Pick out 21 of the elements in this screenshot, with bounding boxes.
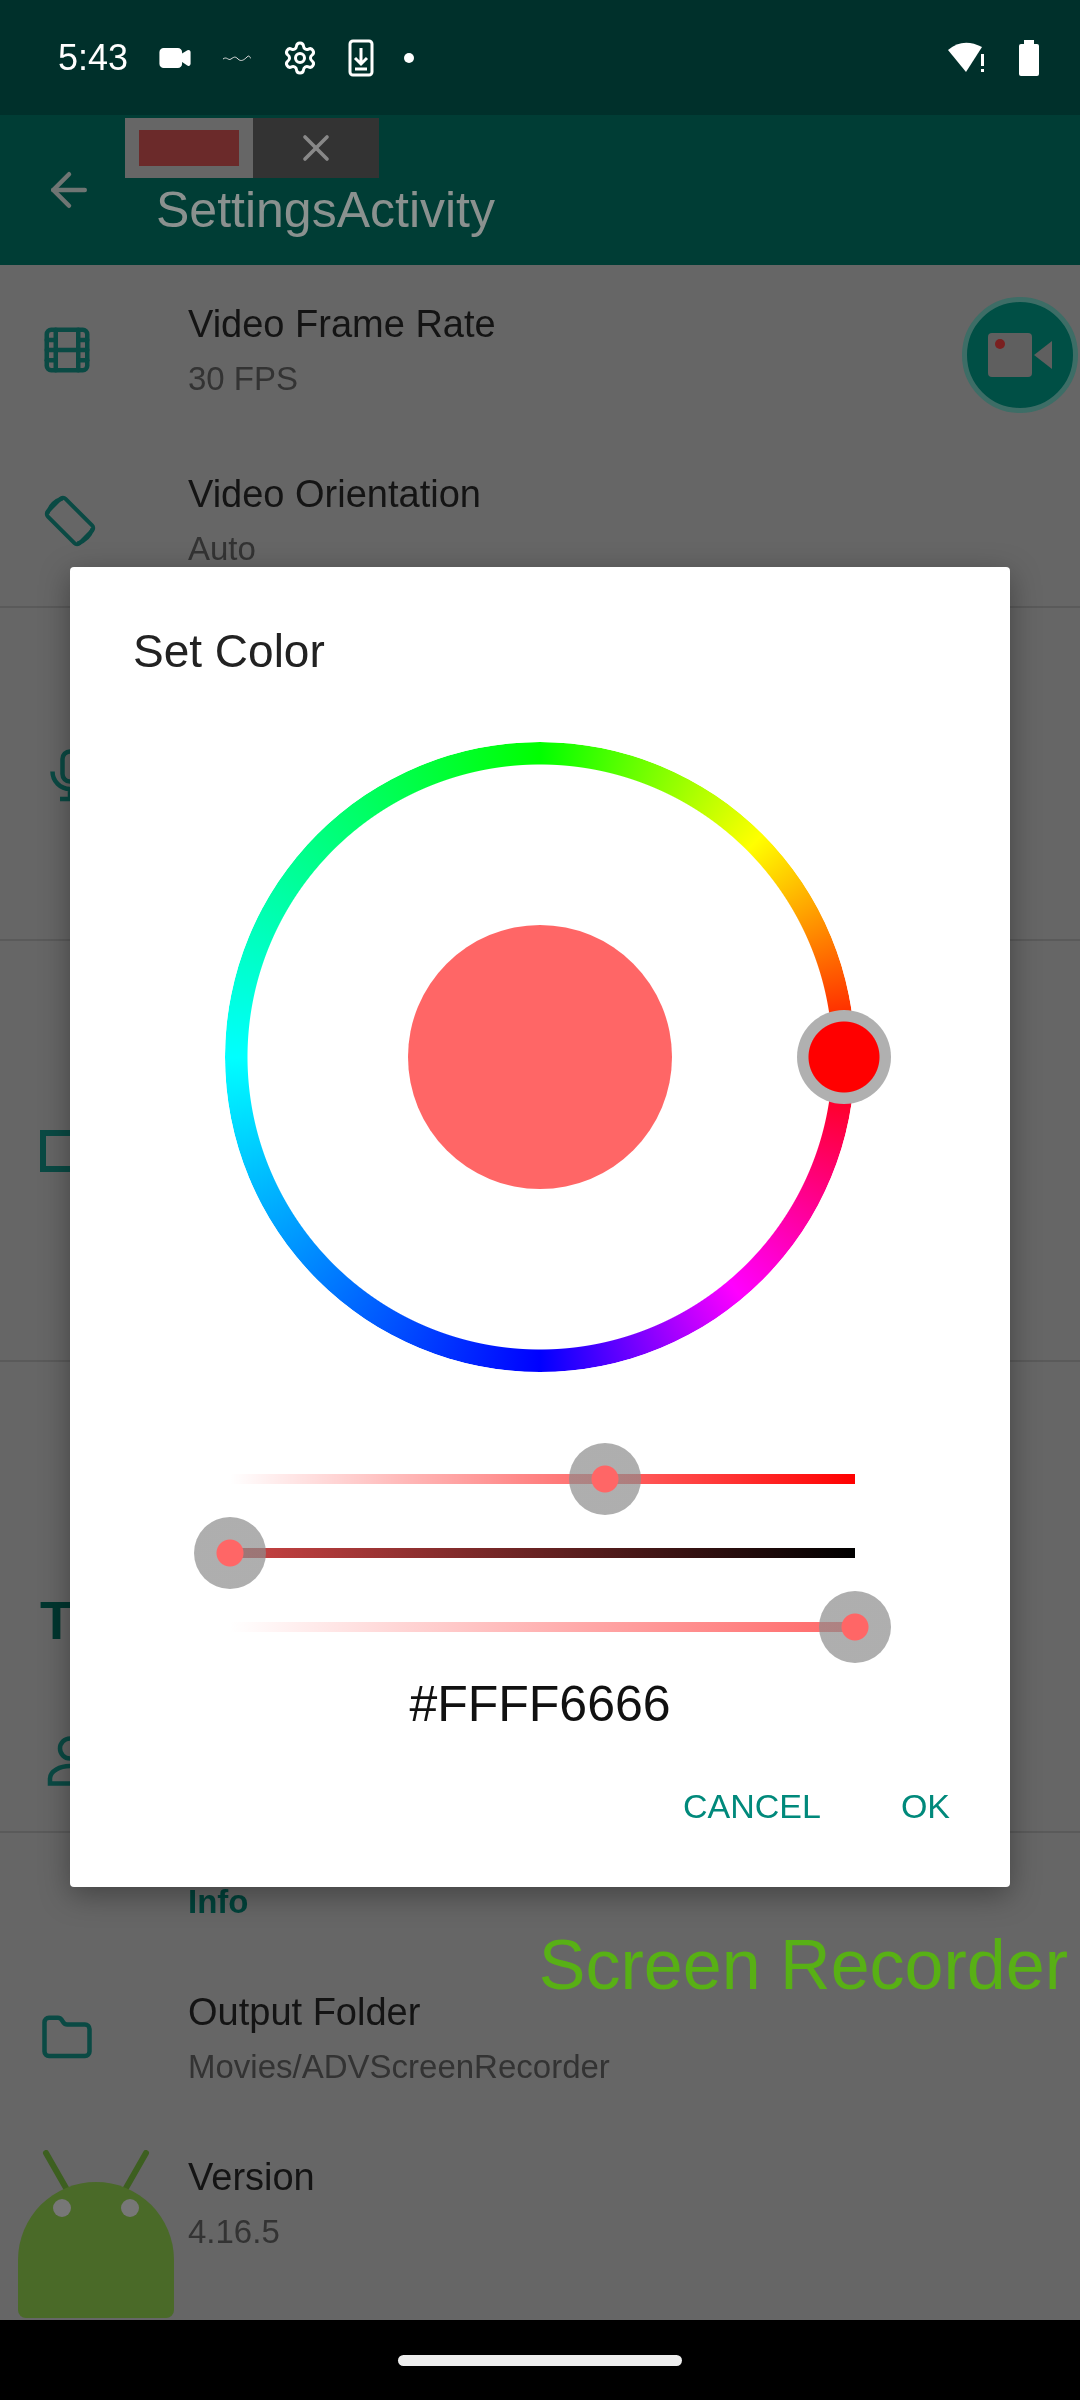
dialog-title: Set Color <box>133 624 326 678</box>
setting-title: Video Orientation <box>188 473 481 516</box>
dot-icon <box>404 52 415 63</box>
hex-value: #FFFF6666 <box>409 1675 671 1733</box>
overlay-text: Screen Recorder <box>538 1925 1068 2005</box>
stop-recording-button[interactable] <box>125 118 253 178</box>
section-header: Info <box>187 1883 249 1921</box>
dialog-button[interactable]: CANCEL <box>662 1777 841 1836</box>
signature-icon <box>222 52 253 63</box>
app-bar-title: SettingsActivity <box>156 181 495 239</box>
download-icon <box>348 38 375 77</box>
setting-title: Video Frame Rate <box>188 302 496 346</box>
section-header: T <box>39 1589 73 1651</box>
close-button[interactable] <box>253 118 379 178</box>
clock: 5:43 <box>58 36 129 79</box>
setting-title: Output Folder <box>188 1990 422 2034</box>
video-camera-icon <box>988 333 1052 377</box>
setting-title: Version <box>188 2155 315 2199</box>
dialog-button[interactable]: OK <box>880 1777 970 1836</box>
battery-icon <box>1018 39 1040 76</box>
home-indicator[interactable] <box>398 2354 682 2366</box>
